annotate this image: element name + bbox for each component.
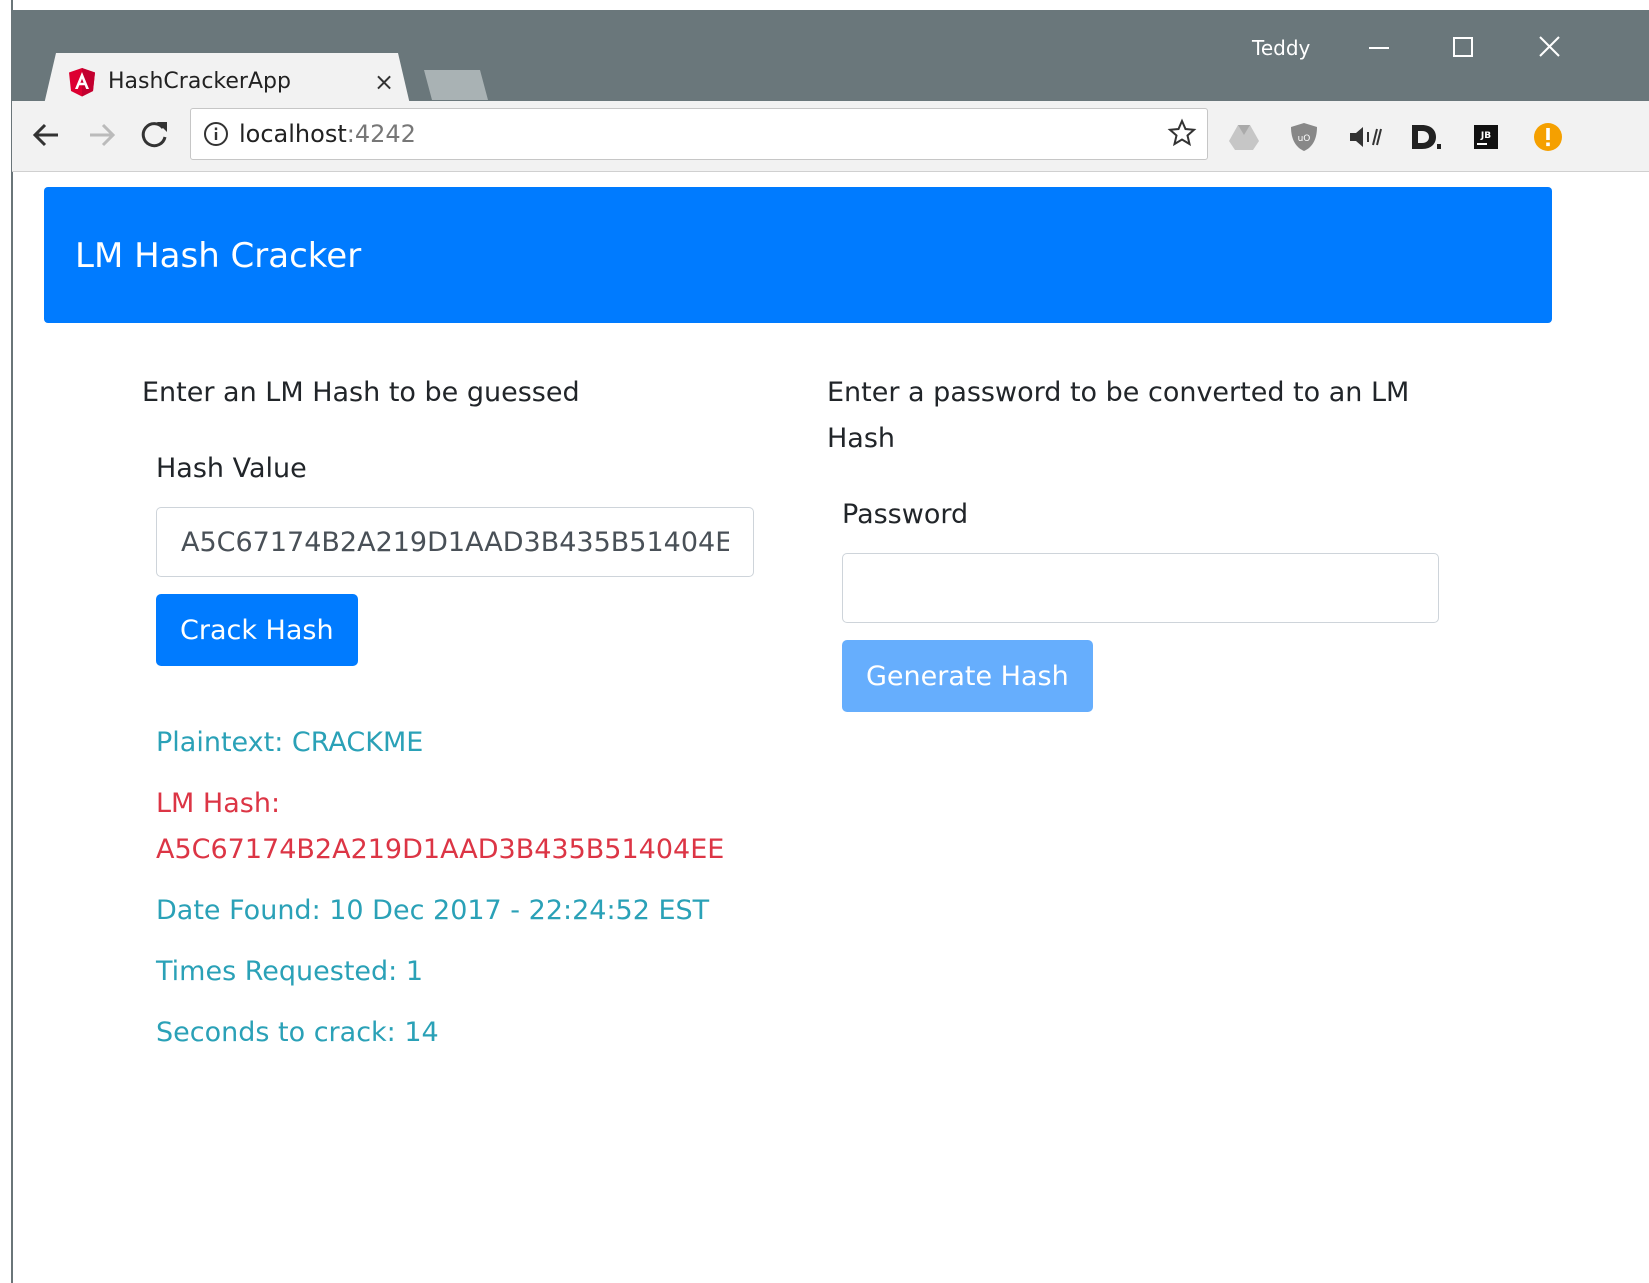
forward-icon[interactable] bbox=[84, 117, 120, 153]
profile-name[interactable]: Teddy bbox=[1252, 34, 1310, 62]
password-label: Password bbox=[842, 499, 969, 530]
window-frame-top bbox=[0, 0, 1649, 10]
tab-close-icon[interactable]: × bbox=[374, 67, 394, 97]
angular-icon bbox=[69, 68, 95, 97]
times-requested: Times Requested: 1 bbox=[156, 956, 424, 987]
app-navbar: LM Hash Cracker bbox=[44, 187, 1552, 323]
svg-text:JB: JB bbox=[1480, 131, 1491, 141]
reload-icon[interactable] bbox=[136, 117, 172, 153]
dashlane-icon[interactable] bbox=[1406, 119, 1442, 155]
back-icon[interactable] bbox=[28, 117, 64, 153]
generate-hash-button[interactable]: Generate Hash bbox=[842, 640, 1093, 712]
jetbrains-icon[interactable]: JB bbox=[1468, 119, 1504, 155]
generate-section-title: Enter a password to be converted to an L… bbox=[827, 377, 1410, 454]
minimize-icon[interactable] bbox=[1354, 24, 1404, 70]
url-port: :4242 bbox=[346, 120, 416, 148]
lm-hash-value: A5C67174B2A219D1AAD3B435B51404EE bbox=[156, 834, 725, 865]
address-bar[interactable]: localhost:4242 bbox=[190, 108, 1208, 160]
hash-value-input[interactable] bbox=[156, 507, 754, 577]
seconds-to-crack: Seconds to crack: 14 bbox=[156, 1017, 439, 1048]
plaintext-result: Plaintext: CRACKME bbox=[156, 727, 424, 758]
crack-section-title: Enter an LM Hash to be guessed bbox=[142, 377, 580, 408]
password-input[interactable] bbox=[842, 553, 1439, 623]
tab-title: HashCrackerApp bbox=[108, 69, 291, 94]
close-window-icon[interactable] bbox=[1524, 24, 1574, 70]
hash-value-label: Hash Value bbox=[156, 453, 307, 484]
audio-icon[interactable] bbox=[1346, 119, 1382, 155]
maximize-icon[interactable] bbox=[1438, 24, 1488, 70]
navbar-brand[interactable]: LM Hash Cracker bbox=[75, 235, 361, 277]
svg-text:uO: uO bbox=[1298, 134, 1311, 144]
url-host: localhost bbox=[239, 120, 347, 148]
window-frame-border bbox=[11, 0, 13, 1283]
browser-toolbar: localhost:4242 uO JB bbox=[12, 101, 1649, 172]
url-text[interactable]: localhost:4242 bbox=[239, 119, 416, 149]
new-tab-button[interactable] bbox=[424, 70, 488, 100]
star-icon[interactable] bbox=[1167, 118, 1197, 148]
info-icon[interactable] bbox=[203, 121, 229, 147]
date-found: Date Found: 10 Dec 2017 - 22:24:52 EST bbox=[156, 895, 710, 926]
browser-titlebar: HashCrackerApp × Teddy bbox=[12, 10, 1649, 113]
crack-hash-button[interactable]: Crack Hash bbox=[156, 594, 358, 666]
lm-hash-label: LM Hash: bbox=[156, 788, 281, 819]
drive-icon[interactable] bbox=[1226, 119, 1262, 155]
ublock-icon[interactable]: uO bbox=[1286, 119, 1322, 155]
alert-icon[interactable] bbox=[1530, 119, 1566, 155]
